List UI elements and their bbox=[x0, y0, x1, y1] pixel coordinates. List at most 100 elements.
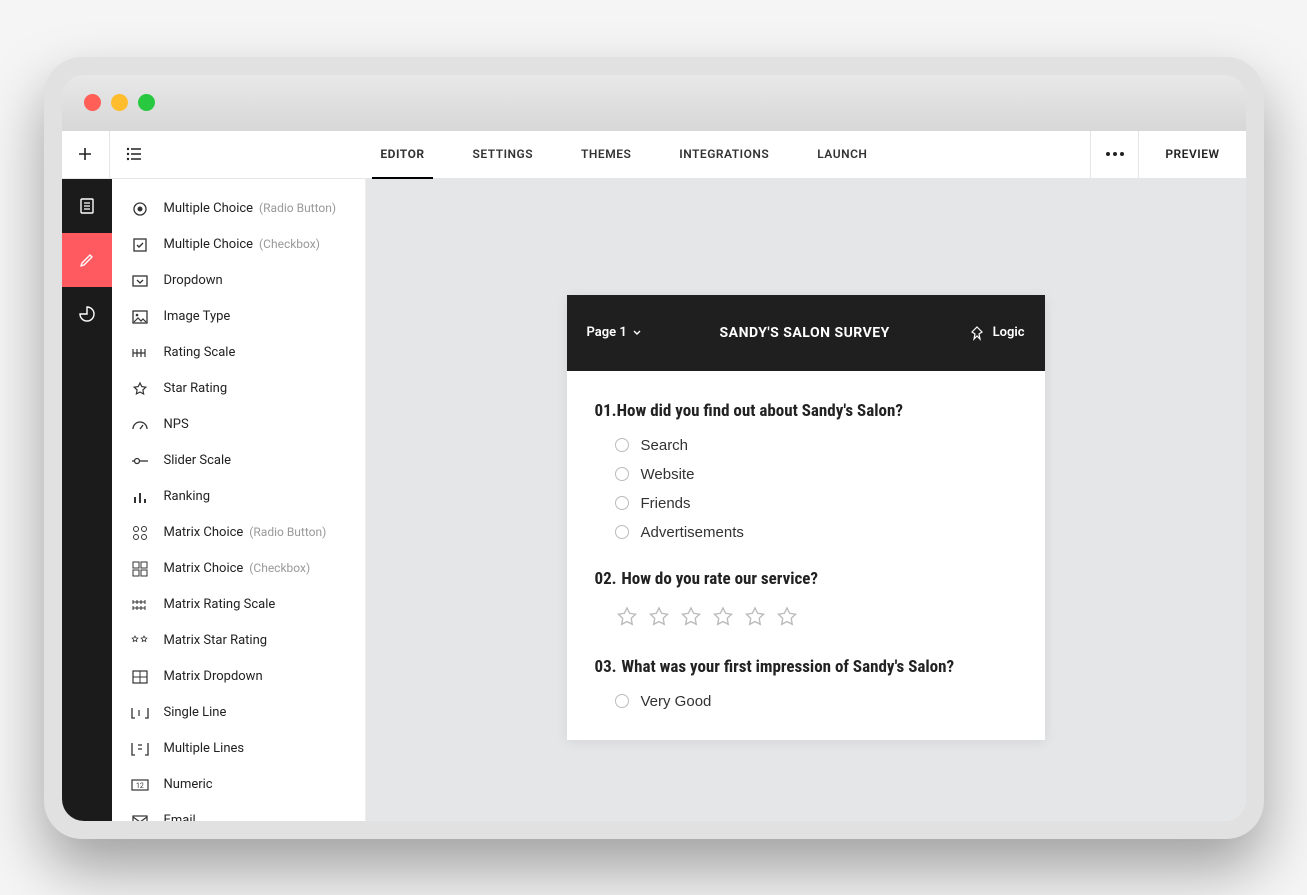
logic-button[interactable]: Logic bbox=[969, 325, 1025, 341]
radio-icon bbox=[615, 694, 629, 708]
traffic-minimize-icon[interactable] bbox=[111, 94, 128, 111]
field-label: Numeric bbox=[164, 777, 213, 792]
question-3[interactable]: 03. What was your first impression of Sa… bbox=[595, 657, 1017, 710]
rail-item-pages[interactable] bbox=[62, 179, 112, 233]
option-label: Very Good bbox=[641, 693, 712, 710]
tab-settings[interactable]: SETTINGS bbox=[473, 131, 534, 178]
field-type-ranking[interactable]: Ranking bbox=[112, 479, 365, 515]
nps-icon bbox=[130, 415, 150, 435]
app-body: Multiple Choice (Radio Button) Multiple C… bbox=[62, 179, 1246, 821]
tab-launch[interactable]: LAUNCH bbox=[817, 131, 867, 178]
field-type-checkbox[interactable]: Multiple Choice (Checkbox) bbox=[112, 227, 365, 263]
field-type-matrix-rating[interactable]: Matrix Rating Scale bbox=[112, 587, 365, 623]
star-icon[interactable] bbox=[711, 605, 735, 629]
survey-card: Page 1 SANDY'S SALON SURVEY Logic 01.How… bbox=[567, 295, 1045, 740]
survey-body: 01.How did you find out about Sandy's Sa… bbox=[567, 371, 1045, 740]
question-1[interactable]: 01.How did you find out about Sandy's Sa… bbox=[595, 401, 1017, 541]
field-type-radio[interactable]: Multiple Choice (Radio Button) bbox=[112, 191, 365, 227]
field-type-email[interactable]: Email bbox=[112, 803, 365, 821]
field-type-matrix-radio[interactable]: Matrix Choice (Radio Button) bbox=[112, 515, 365, 551]
star-icon[interactable] bbox=[679, 605, 703, 629]
question-options: Very Good bbox=[595, 693, 1017, 710]
field-label: Slider Scale bbox=[164, 453, 232, 468]
option-label: Advertisements bbox=[641, 524, 744, 541]
logic-label: Logic bbox=[993, 325, 1025, 340]
field-type-panel: Multiple Choice (Radio Button) Multiple C… bbox=[112, 179, 366, 821]
traffic-close-icon[interactable] bbox=[84, 94, 101, 111]
field-label: Matrix Dropdown bbox=[164, 669, 263, 684]
option-label: Search bbox=[641, 437, 689, 454]
survey-title: SANDY'S SALON SURVEY bbox=[720, 325, 890, 341]
field-type-dropdown[interactable]: Dropdown bbox=[112, 263, 365, 299]
more-menu-button[interactable] bbox=[1090, 131, 1138, 179]
field-label: Matrix Choice (Radio Button) bbox=[164, 525, 327, 540]
slider-icon bbox=[130, 451, 150, 471]
option[interactable]: Advertisements bbox=[615, 524, 1017, 541]
tab-themes[interactable]: THEMES bbox=[581, 131, 631, 178]
device-frame: EDITOR SETTINGS THEMES INTEGRATIONS LAUN… bbox=[44, 57, 1264, 839]
matrix-radio-icon bbox=[130, 523, 150, 543]
multi-line-icon bbox=[130, 739, 150, 759]
field-type-rating[interactable]: Rating Scale bbox=[112, 335, 365, 371]
option[interactable]: Website bbox=[615, 466, 1017, 483]
field-label: Email bbox=[164, 813, 196, 821]
svg-text:12: 12 bbox=[136, 782, 144, 790]
radio-icon bbox=[615, 467, 629, 481]
field-label: Multiple Choice (Checkbox) bbox=[164, 237, 320, 252]
list-toggle-button[interactable] bbox=[110, 131, 158, 179]
field-label: Multiple Lines bbox=[164, 741, 245, 756]
matrix-rating-icon bbox=[130, 595, 150, 615]
option[interactable]: Search bbox=[615, 437, 1017, 454]
field-type-numeric[interactable]: 12 Numeric bbox=[112, 767, 365, 803]
preview-button[interactable]: PREVIEW bbox=[1138, 131, 1245, 178]
tab-integrations[interactable]: INTEGRATIONS bbox=[679, 131, 769, 178]
option-label: Website bbox=[641, 466, 695, 483]
side-rail bbox=[62, 179, 112, 821]
field-type-multi-line[interactable]: Multiple Lines bbox=[112, 731, 365, 767]
option-label: Friends bbox=[641, 495, 691, 512]
plus-icon bbox=[77, 146, 93, 162]
rail-item-design[interactable] bbox=[62, 233, 112, 287]
field-label: Single Line bbox=[164, 705, 227, 720]
image-icon bbox=[130, 307, 150, 327]
radio-icon bbox=[615, 438, 629, 452]
star-icon[interactable] bbox=[647, 605, 671, 629]
single-line-icon bbox=[130, 703, 150, 723]
question-options: Search Website Friends Advertisements bbox=[595, 437, 1017, 541]
star-icon[interactable] bbox=[615, 605, 639, 629]
canvas: Page 1 SANDY'S SALON SURVEY Logic 01.How… bbox=[366, 179, 1246, 821]
field-label: Star Rating bbox=[164, 381, 228, 396]
option[interactable]: Very Good bbox=[615, 693, 1017, 710]
field-type-star[interactable]: Star Rating bbox=[112, 371, 365, 407]
star-icon[interactable] bbox=[743, 605, 767, 629]
traffic-maximize-icon[interactable] bbox=[138, 94, 155, 111]
field-type-matrix-star[interactable]: Matrix Star Rating bbox=[112, 623, 365, 659]
rail-item-reports[interactable] bbox=[62, 287, 112, 341]
field-type-single-line[interactable]: Single Line bbox=[112, 695, 365, 731]
question-2[interactable]: 02. How do you rate our service? bbox=[595, 569, 1017, 629]
logic-icon bbox=[969, 325, 985, 341]
question-text: 01.How did you find out about Sandy's Sa… bbox=[595, 401, 1017, 421]
field-label: Dropdown bbox=[164, 273, 223, 288]
matrix-check-icon bbox=[130, 559, 150, 579]
field-type-nps[interactable]: NPS bbox=[112, 407, 365, 443]
field-type-matrix-check[interactable]: Matrix Choice (Checkbox) bbox=[112, 551, 365, 587]
field-type-matrix-dropdown[interactable]: Matrix Dropdown bbox=[112, 659, 365, 695]
matrix-dropdown-icon bbox=[130, 667, 150, 687]
add-button[interactable] bbox=[62, 131, 110, 179]
matrix-star-icon bbox=[130, 631, 150, 651]
field-label: Multiple Choice (Radio Button) bbox=[164, 201, 337, 216]
field-label: Image Type bbox=[164, 309, 231, 324]
field-type-image[interactable]: Image Type bbox=[112, 299, 365, 335]
option[interactable]: Friends bbox=[615, 495, 1017, 512]
field-label: Ranking bbox=[164, 489, 211, 504]
email-icon bbox=[130, 811, 150, 821]
app: EDITOR SETTINGS THEMES INTEGRATIONS LAUN… bbox=[62, 131, 1246, 821]
page-selector[interactable]: Page 1 bbox=[587, 325, 641, 340]
field-label: Matrix Star Rating bbox=[164, 633, 268, 648]
field-type-slider[interactable]: Slider Scale bbox=[112, 443, 365, 479]
dots-icon bbox=[1105, 151, 1125, 157]
star-icon[interactable] bbox=[775, 605, 799, 629]
top-bar: EDITOR SETTINGS THEMES INTEGRATIONS LAUN… bbox=[62, 131, 1246, 179]
tab-editor[interactable]: EDITOR bbox=[380, 131, 424, 178]
